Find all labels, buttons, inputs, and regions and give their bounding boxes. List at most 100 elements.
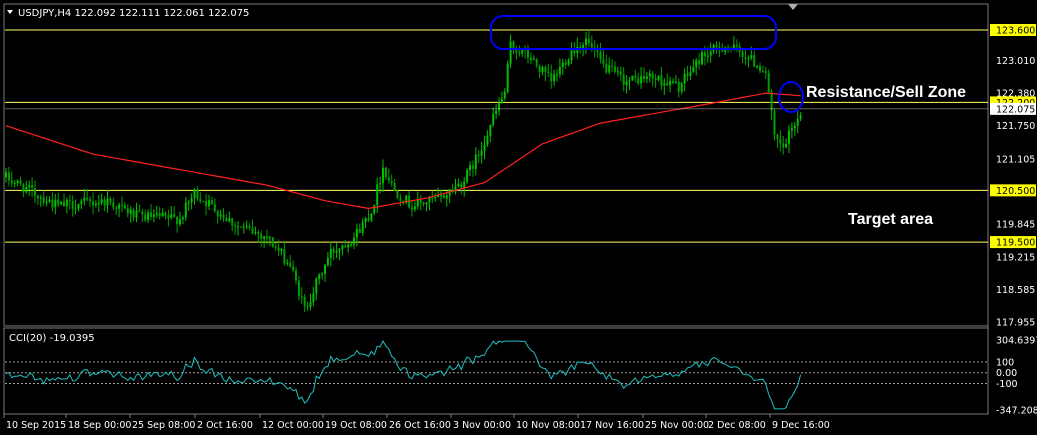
candle: [187, 200, 190, 211]
candle: [747, 55, 750, 68]
time-tick-label: 10 Nov 08:00: [516, 420, 580, 431]
candle: [161, 208, 164, 217]
candle: [619, 66, 622, 82]
candle: [138, 204, 141, 212]
candle: [48, 196, 51, 203]
candle: [216, 209, 219, 224]
candle: [663, 78, 666, 95]
candle: [744, 49, 747, 66]
level-tag-label: 119.500: [996, 238, 1035, 249]
candle: [759, 62, 761, 74]
candles: [5, 29, 802, 313]
candle: [677, 78, 680, 98]
candle: [683, 68, 686, 92]
candle: [616, 66, 619, 77]
candle: [648, 69, 651, 83]
candle: [454, 178, 457, 195]
candle: [686, 66, 689, 82]
candle: [213, 198, 216, 214]
candle: [144, 209, 147, 223]
candle: [54, 193, 57, 215]
candle: [576, 37, 579, 59]
candle: [36, 194, 39, 206]
candle: [237, 220, 239, 236]
candle: [500, 91, 503, 104]
candle: [419, 195, 422, 211]
candle: [179, 211, 181, 227]
price-tick: 123.010: [996, 56, 1035, 67]
candle: [228, 211, 231, 223]
candle: [150, 204, 152, 220]
candle: [413, 201, 416, 212]
candle: [466, 168, 469, 184]
candle: [100, 193, 103, 206]
candle: [355, 223, 358, 247]
candle: [364, 216, 367, 229]
candle: [382, 159, 384, 193]
candle: [132, 207, 135, 222]
level-tag-label: 120.500: [996, 186, 1035, 197]
candle: [767, 69, 770, 95]
candle: [527, 44, 529, 64]
chart-shift-marker-icon[interactable]: [788, 4, 798, 10]
candle: [587, 29, 590, 48]
time-tick-label: 25 Sep 08:00: [132, 420, 195, 431]
candle: [152, 209, 155, 223]
candle: [416, 191, 419, 210]
candle: [544, 65, 547, 82]
candle: [634, 69, 637, 83]
candle: [89, 196, 92, 208]
candle: [271, 237, 274, 248]
candle: [741, 47, 744, 64]
candle: [126, 204, 129, 218]
resistance-annotation[interactable]: Resistance/Sell Zone: [806, 84, 966, 101]
candle: [625, 75, 628, 94]
candle: [796, 109, 799, 134]
candle: [358, 223, 361, 233]
candle: [190, 193, 193, 210]
candle: [10, 171, 13, 187]
candle: [147, 209, 150, 223]
candle: [158, 206, 161, 220]
candle: [408, 190, 411, 209]
candle: [260, 230, 263, 248]
resistance-zone-ellipse[interactable]: [490, 15, 777, 50]
candle: [541, 65, 544, 76]
candle: [196, 186, 199, 201]
chart-window[interactable]: USDJPY,H4 122.092 122.111 122.061 122.07…: [0, 0, 1037, 435]
candle: [379, 176, 382, 194]
candle: [318, 273, 321, 285]
candle: [28, 180, 31, 196]
candle: [698, 53, 701, 70]
candle: [645, 72, 648, 83]
candle: [422, 201, 425, 207]
candle: [77, 203, 80, 212]
candle: [396, 189, 399, 200]
candle: [460, 180, 463, 195]
candle: [367, 209, 370, 223]
candle: [338, 248, 341, 261]
candle: [19, 176, 22, 186]
candle: [361, 218, 364, 236]
sell-point-circle[interactable]: [778, 81, 804, 113]
target-annotation[interactable]: Target area: [848, 211, 933, 228]
candle: [251, 219, 254, 235]
candle: [341, 243, 344, 256]
cci-tick: -347.2086: [996, 406, 1037, 417]
current-price-label: 122.075: [996, 104, 1035, 115]
candle: [669, 76, 672, 93]
price-tick: 119.845: [996, 220, 1035, 231]
chart-menu-triangle-icon[interactable]: [7, 10, 13, 14]
candle: [370, 213, 373, 223]
level-tag-label: 123.600: [996, 26, 1035, 37]
candle: [692, 59, 695, 74]
candle: [115, 205, 118, 215]
candle: [39, 194, 42, 207]
candle: [254, 226, 257, 236]
candle: [434, 193, 437, 202]
candle: [579, 42, 582, 54]
candle: [245, 220, 248, 230]
horizontal-levels: [5, 29, 988, 243]
cci-tick: 0.00: [996, 368, 1017, 379]
cci-line: [5, 340, 802, 410]
